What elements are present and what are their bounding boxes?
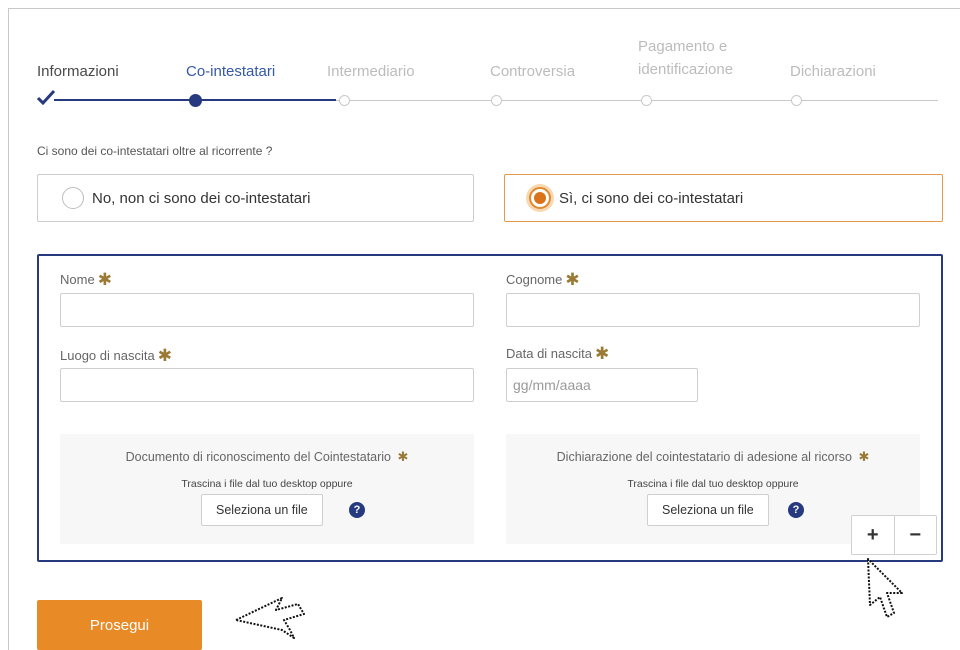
add-remove-cointestatario-group: + −	[851, 515, 937, 555]
prosegui-button[interactable]: Prosegui	[37, 600, 202, 650]
step-co-intestatari[interactable]: Co-intestatari	[186, 62, 275, 81]
radio-selected-icon	[529, 187, 551, 209]
luogo-nascita-input[interactable]	[60, 368, 474, 402]
required-star-icon: ✱	[595, 343, 610, 363]
upload-documento-title: Documento di riconoscimento del Cointest…	[125, 449, 409, 464]
step-dot-active	[189, 94, 202, 107]
seleziona-file-button[interactable]: Seleziona un file	[647, 494, 769, 526]
pointer-cursor-icon	[867, 558, 903, 618]
step-intermediario[interactable]: Intermediario	[327, 62, 415, 81]
step-pagamento-line1[interactable]: Pagamento e	[638, 37, 727, 56]
radio-option-no[interactable]: No, non ci sono dei co-intestatari	[37, 174, 474, 222]
radio-option-no-label: No, non ci sono dei co-intestatari	[92, 189, 311, 207]
step-informazioni[interactable]: Informazioni	[37, 62, 119, 81]
step-dot	[491, 95, 502, 106]
required-star-icon: ✱	[97, 269, 112, 289]
required-star-icon: ✱	[565, 269, 580, 289]
radio-option-si-label: Sì, ci sono dei co-intestatari	[559, 189, 744, 207]
step-controversia[interactable]: Controversia	[490, 62, 575, 81]
nome-input[interactable]	[60, 293, 474, 327]
help-icon[interactable]: ?	[349, 502, 365, 518]
upload-dichiarazione-hint: Trascina i file dal tuo desktop oppure	[627, 478, 799, 490]
step-dot	[641, 95, 652, 106]
upload-documento-hint: Trascina i file dal tuo desktop oppure	[181, 478, 353, 490]
radio-circle-icon	[62, 187, 84, 209]
required-star-icon: ✱	[397, 449, 409, 464]
remove-cointestatario-button[interactable]: −	[893, 516, 937, 554]
pointer-cursor-icon	[235, 597, 305, 639]
step-dot	[791, 95, 802, 106]
upload-dichiarazione-title: Dichiarazione del cointestatario di ades…	[556, 449, 870, 464]
upload-documento-dropzone[interactable]: Documento di riconoscimento del Cointest…	[60, 434, 474, 544]
cognome-label: Cognome ✱	[506, 269, 580, 289]
co-intestatario-panel: Nome ✱ Cognome ✱ Luogo di nascita ✱ Data di…	[37, 254, 943, 562]
data-nascita-label: Data di nascita ✱	[506, 343, 610, 363]
step-dot	[339, 95, 350, 106]
co-intestatari-question: Ci sono dei co-intestatari oltre al rico…	[37, 144, 273, 158]
help-icon[interactable]: ?	[788, 502, 804, 518]
required-star-icon: ✱	[157, 345, 172, 365]
step-dichiarazioni[interactable]: Dichiarazioni	[790, 62, 876, 81]
check-icon	[37, 89, 55, 105]
nome-label: Nome ✱	[60, 269, 112, 289]
step-pagamento-line2[interactable]: identificazione	[638, 60, 733, 79]
radio-option-si[interactable]: Sì, ci sono dei co-intestatari	[504, 174, 943, 222]
luogo-nascita-label: Luogo di nascita ✱	[60, 345, 172, 365]
data-nascita-input[interactable]	[506, 368, 698, 402]
required-star-icon: ✱	[858, 449, 870, 464]
seleziona-file-button[interactable]: Seleziona un file	[201, 494, 323, 526]
cognome-input[interactable]	[506, 293, 920, 327]
add-cointestatario-button[interactable]: +	[852, 516, 894, 554]
